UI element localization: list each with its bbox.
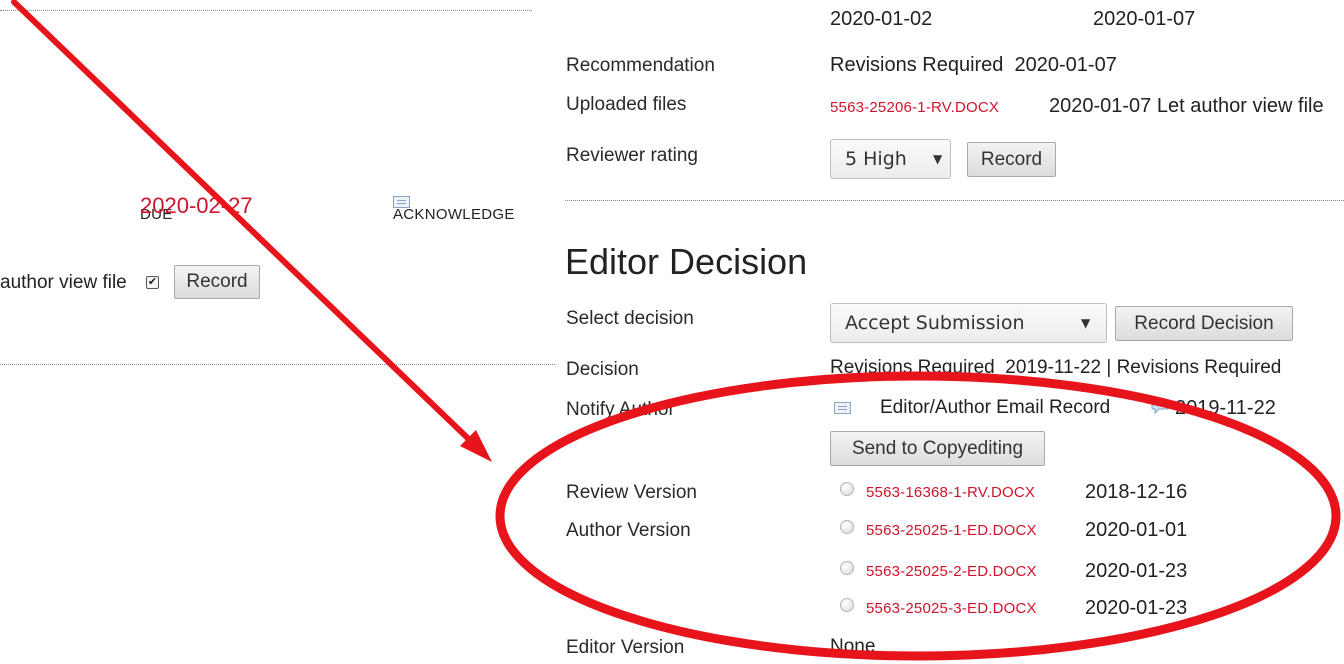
author-version-file-link[interactable]: 5563-25025-3-ED.DOCX	[866, 600, 1037, 617]
acknowledge-mail-icon[interactable]	[393, 196, 410, 208]
decision-select-value: Accept Submission	[845, 312, 1025, 334]
due-date-link[interactable]: 2020-02-27	[140, 193, 253, 219]
author-version-file-link[interactable]: 5563-25025-1-ED.DOCX	[866, 522, 1037, 539]
decision-select[interactable]: Accept Submission ▼	[830, 303, 1107, 343]
notify-mail-icon[interactable]	[834, 402, 851, 414]
uploaded-file-link[interactable]: 5563-25206-1-RV.DOCX	[830, 99, 999, 116]
decision-value: Revisions Required 2019-11-22 | Revision…	[830, 357, 1282, 378]
review-version-label: Review Version	[566, 482, 697, 503]
send-to-copyediting-button[interactable]: Send to Copyediting	[830, 431, 1045, 466]
caret-down-icon: ▼	[933, 152, 943, 166]
author-view-checkbox[interactable]: ✔	[146, 276, 159, 289]
author-version-date: 2020-01-23	[1085, 560, 1188, 582]
decision-label: Decision	[566, 359, 639, 380]
reviewer-rating-value: 5 High	[845, 148, 907, 170]
author-version-label: Author Version	[566, 520, 691, 541]
left-record-button[interactable]: Record	[174, 265, 260, 299]
author-version-date: 2020-01-23	[1085, 597, 1188, 619]
left-top-divider	[0, 10, 532, 11]
annotation-arrow	[11, 0, 492, 462]
review-version-radio[interactable]	[840, 482, 854, 496]
review-version-date: 2018-12-16	[1085, 481, 1188, 503]
author-version-radio[interactable]	[840, 561, 854, 575]
uploaded-files-label: Uploaded files	[566, 94, 687, 115]
author-version-radio[interactable]	[840, 520, 854, 534]
notify-author-label: Notify Author	[566, 399, 675, 420]
reviewer-rating-select[interactable]: 5 High ▼	[830, 139, 951, 179]
reviewer-rating-label: Reviewer rating	[566, 145, 698, 166]
author-version-file-link[interactable]: 5563-25025-2-ED.DOCX	[866, 563, 1037, 580]
comment-icon[interactable]	[1151, 400, 1169, 414]
editor-version-label: Editor Version	[566, 637, 685, 658]
editor-version-value: None	[830, 636, 876, 657]
right-top-divider	[565, 200, 1344, 201]
review-date-requested: 2020-01-02	[830, 8, 933, 30]
author-version-radio[interactable]	[840, 598, 854, 612]
author-version-date: 2020-01-01	[1085, 519, 1188, 541]
acknowledge-column-header: ACKNOWLEDGE	[393, 206, 515, 223]
editor-decision-heading: Editor Decision	[565, 241, 808, 282]
email-record-link[interactable]: Editor/Author Email Record	[880, 397, 1110, 419]
select-decision-label: Select decision	[566, 308, 694, 329]
rating-record-button[interactable]: Record	[967, 142, 1056, 177]
record-decision-button[interactable]: Record Decision	[1115, 306, 1293, 341]
recommendation-value: Revisions Required 2020-01-07	[830, 54, 1117, 76]
notify-date: 2019-11-22	[1175, 397, 1276, 419]
review-version-file-link[interactable]: 5563-16368-1-RV.DOCX	[866, 484, 1035, 501]
author-view-file-label: author view file	[0, 272, 127, 293]
uploaded-file-details: 2020-01-07 Let author view file	[1049, 95, 1324, 117]
recommendation-label: Recommendation	[566, 55, 715, 76]
review-date-completed: 2020-01-07	[1093, 8, 1196, 30]
caret-down-icon: ▼	[1081, 316, 1091, 330]
left-bottom-divider	[0, 364, 555, 365]
